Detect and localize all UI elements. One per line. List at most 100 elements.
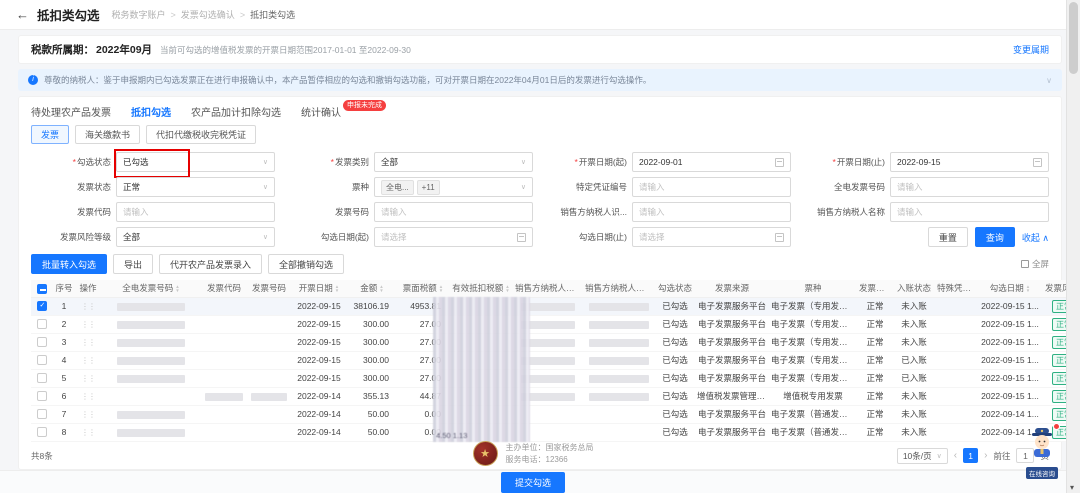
footer-hotline: 服务电话：12366 <box>506 454 594 466</box>
scrollbar-down-icon[interactable]: ▾ <box>1070 483 1074 492</box>
info-icon: i <box>28 75 38 85</box>
change-period-link[interactable]: 变更属期 <box>1013 43 1049 56</box>
row-drag-icon[interactable]: ⋮⋮ <box>81 356 95 365</box>
row-actions[interactable]: ⋮⋮ <box>75 423 101 441</box>
sort-icon[interactable]: ▲▼ <box>1026 285 1030 293</box>
filter-select[interactable]: 正常∨ <box>116 177 275 197</box>
filter-date-input[interactable]: 2022-09-01 <box>632 152 791 172</box>
select-all-header[interactable] <box>31 280 53 297</box>
sort-icon[interactable]: ▲▼ <box>175 285 179 293</box>
filter-text-input[interactable]: 请输入 <box>116 202 275 222</box>
filter-select[interactable]: 全部∨ <box>374 152 533 172</box>
toolbar-button[interactable]: 代开农产品发票录入 <box>159 254 262 274</box>
filter-label: 发票状态 <box>31 181 111 193</box>
row-actions[interactable]: ⋮⋮ <box>75 351 101 369</box>
row-checkbox[interactable] <box>37 301 47 311</box>
assistant-label[interactable]: 在线咨询 <box>1026 467 1058 479</box>
invoice-code-cell <box>201 405 247 423</box>
masked-value <box>589 375 649 383</box>
row-actions[interactable]: ⋮⋮ <box>75 297 101 315</box>
row-checkbox-cell[interactable] <box>31 369 53 387</box>
row-actions[interactable]: ⋮⋮ <box>75 315 101 333</box>
filter-date-input[interactable]: 请选择 <box>374 227 533 247</box>
check-status-cell: 已勾选 <box>655 333 695 351</box>
row-checkbox-cell[interactable] <box>31 351 53 369</box>
row-drag-icon[interactable]: ⋮⋮ <box>81 374 95 383</box>
filter-text-input[interactable]: 请输入 <box>632 202 791 222</box>
select-all-checkbox[interactable] <box>37 284 47 294</box>
row-drag-icon[interactable]: ⋮⋮ <box>81 320 95 329</box>
breadcrumb-item[interactable]: 发票勾选确认 <box>181 8 235 21</box>
row-checkbox-cell[interactable] <box>31 315 53 333</box>
filter-select[interactable]: 全部∨ <box>116 227 275 247</box>
toolbar-button[interactable]: 导出 <box>113 254 153 274</box>
row-checkbox[interactable] <box>37 319 47 329</box>
notice-collapse-icon[interactable]: ∨ <box>1046 76 1052 85</box>
row-drag-icon[interactable]: ⋮⋮ <box>81 392 95 401</box>
main-tab[interactable]: 抵扣勾选 <box>131 104 171 119</box>
tax-period-bar: 税款所属期： 2022年09月 当前可勾选的增值税发票的开票日期范围2017-0… <box>18 35 1062 64</box>
row-checkbox-cell[interactable] <box>31 405 53 423</box>
row-checkbox-cell[interactable] <box>31 387 53 405</box>
row-checkbox-cell[interactable] <box>31 297 53 315</box>
filter-text-input[interactable]: 请输入 <box>890 177 1049 197</box>
filter-text-input[interactable]: 请输入 <box>374 202 533 222</box>
filter-date-input[interactable]: 请选择 <box>632 227 791 247</box>
voucher-type-tabs: 发票海关缴款书代扣代缴税收完税凭证 <box>31 125 1049 144</box>
batch-transfer-check-button[interactable]: 批量转入勾选 <box>31 254 107 274</box>
seller-id-cell <box>583 351 655 369</box>
selected-tag[interactable]: +11 <box>417 180 440 195</box>
row-drag-icon[interactable]: ⋮⋮ <box>81 410 95 419</box>
toolbar-button[interactable]: 全部撤销勾选 <box>268 254 344 274</box>
filter-text-input[interactable]: 请输入 <box>890 202 1049 222</box>
fullscreen-toggle[interactable]: 全屏 <box>1021 258 1049 270</box>
back-arrow-icon[interactable]: ← <box>16 7 29 22</box>
invoice-number-cell <box>101 315 201 333</box>
row-checkbox-cell[interactable] <box>31 423 53 441</box>
invoice-number-cell <box>101 423 201 441</box>
amount-cell: 300.00 <box>347 351 397 369</box>
breadcrumb-item[interactable]: 税务数字账户 <box>112 8 166 21</box>
row-checkbox[interactable] <box>37 337 47 347</box>
reset-button[interactable]: 重置 <box>928 227 968 247</box>
row-checkbox-cell[interactable] <box>31 333 53 351</box>
row-drag-icon[interactable]: ⋮⋮ <box>81 302 95 311</box>
row-checkbox[interactable] <box>37 373 47 383</box>
collapse-filters-link[interactable]: 收起 ∧ <box>1022 231 1049 244</box>
row-actions[interactable]: ⋮⋮ <box>75 405 101 423</box>
voucher-type-tab[interactable]: 海关缴款书 <box>75 125 140 144</box>
voucher-type-tab[interactable]: 代扣代缴税收完税凭证 <box>146 125 256 144</box>
main-tab[interactable]: 待处理农产品发票 <box>31 104 111 119</box>
filter-date-input[interactable]: 2022-09-15 <box>890 152 1049 172</box>
row-actions[interactable]: ⋮⋮ <box>75 333 101 351</box>
main-tab[interactable]: 农产品加计扣除勾选 <box>191 104 281 119</box>
main-tab[interactable]: 统计确认申报未完成 <box>301 104 386 119</box>
filter-select[interactable]: 已勾选∨ <box>116 152 275 172</box>
row-drag-icon[interactable]: ⋮⋮ <box>81 338 95 347</box>
row-checkbox[interactable] <box>37 355 47 365</box>
sort-icon[interactable]: ▲▼ <box>379 285 383 293</box>
assistant-widget[interactable]: 在线咨询 <box>1022 426 1062 481</box>
row-checkbox[interactable] <box>37 391 47 401</box>
row-checkbox[interactable] <box>37 409 47 419</box>
masked-watermark-overlay: 4.50 1.13 <box>433 297 530 442</box>
sort-icon[interactable]: ▲▼ <box>439 285 443 293</box>
row-drag-icon[interactable]: ⋮⋮ <box>81 428 95 437</box>
row-actions[interactable]: ⋮⋮ <box>75 369 101 387</box>
filter-text-input[interactable]: 全电...+11∨ <box>374 177 533 197</box>
assistant-mascot-icon <box>1027 426 1057 458</box>
row-actions[interactable]: ⋮⋮ <box>75 387 101 405</box>
page-scrollbar[interactable]: ▾ <box>1066 0 1080 493</box>
selected-tag[interactable]: 全电... <box>381 180 414 195</box>
filter-text-input[interactable]: 请输入 <box>632 177 791 197</box>
scrollbar-thumb[interactable] <box>1069 2 1078 74</box>
filter-field: *发票类别全部∨ <box>289 152 533 172</box>
sort-icon[interactable]: ▲▼ <box>505 285 509 293</box>
invoice-code-cell <box>201 333 247 351</box>
sort-icon[interactable]: ▲▼ <box>335 285 339 293</box>
submit-check-button[interactable]: 提交勾选 <box>501 472 565 493</box>
voucher-type-tab[interactable]: 发票 <box>31 125 69 144</box>
check-status-cell: 已勾选 <box>655 423 695 441</box>
row-checkbox[interactable] <box>37 427 47 437</box>
search-button[interactable]: 查询 <box>975 227 1015 247</box>
